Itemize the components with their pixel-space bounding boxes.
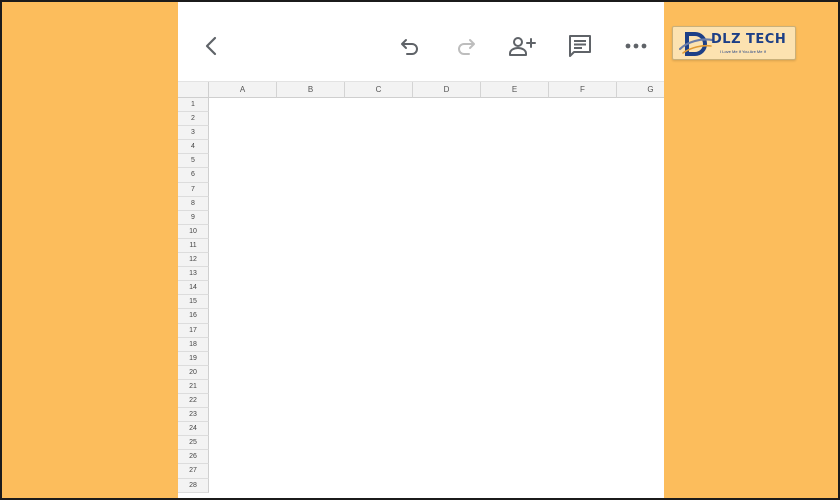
logo-name: DLZ TECH [711, 32, 787, 47]
row-header[interactable]: 9 [178, 210, 209, 225]
row-header[interactable]: 12 [178, 253, 209, 268]
undo-icon [399, 36, 421, 56]
more-options-button[interactable] [620, 30, 652, 62]
row-header[interactable]: 11 [178, 238, 209, 254]
row-header[interactable]: 8 [178, 196, 209, 211]
row-header[interactable]: 4 [178, 140, 209, 155]
share-button[interactable] [506, 30, 538, 62]
column-header-a[interactable]: A [209, 82, 277, 98]
column-header-e[interactable]: E [481, 82, 549, 98]
row-header[interactable]: 10 [178, 224, 209, 239]
row-header[interactable]: 13 [178, 267, 209, 282]
column-header-f[interactable]: F [549, 82, 617, 98]
row-header[interactable]: 27 [178, 464, 209, 479]
row-header[interactable]: 16 [178, 309, 209, 324]
row-header[interactable]: 2 [178, 112, 209, 127]
row-header[interactable]: 28 [178, 478, 209, 493]
row-header[interactable]: 23 [178, 408, 209, 423]
spreadsheet-app-screen: A B C D E F G 1 2 3 4 5 6 7 8 9 10 11 12… [178, 2, 664, 498]
column-header-c[interactable]: C [345, 82, 413, 98]
brand-logo: DLZ TECH I Love Me If You Are Me If [672, 26, 796, 60]
column-header-b[interactable]: B [277, 82, 345, 98]
row-header[interactable]: 19 [178, 351, 209, 366]
column-header-g[interactable]: G [617, 82, 664, 98]
row-headers: 1 2 3 4 5 6 7 8 9 10 11 12 13 14 15 16 1… [178, 98, 209, 493]
comment-icon [568, 34, 592, 58]
add-person-icon [508, 35, 536, 57]
undo-button[interactable] [394, 30, 426, 62]
row-header[interactable]: 7 [178, 182, 209, 197]
redo-icon [455, 36, 477, 56]
back-arrow-icon [202, 35, 222, 57]
row-header[interactable]: 26 [178, 450, 209, 465]
row-header[interactable]: 22 [178, 393, 209, 409]
more-options-icon [625, 43, 647, 49]
column-headers: A B C D E F G [209, 82, 664, 98]
cell-area[interactable] [209, 98, 664, 498]
row-header[interactable]: 17 [178, 323, 209, 338]
row-header[interactable]: 6 [178, 168, 209, 183]
back-button[interactable] [196, 30, 228, 62]
logo-tagline: I Love Me If You Are Me If [720, 49, 766, 54]
comments-button[interactable] [564, 30, 596, 62]
row-header[interactable]: 15 [178, 295, 209, 310]
row-header[interactable]: 20 [178, 365, 209, 380]
redo-button[interactable] [450, 30, 482, 62]
row-header[interactable]: 3 [178, 126, 209, 141]
row-header[interactable]: 1 [178, 98, 209, 113]
select-all-corner[interactable] [178, 82, 209, 98]
spreadsheet-grid[interactable]: A B C D E F G 1 2 3 4 5 6 7 8 9 10 11 12… [178, 82, 664, 498]
row-header[interactable]: 25 [178, 436, 209, 451]
row-header[interactable]: 21 [178, 379, 209, 394]
app-toolbar [178, 2, 664, 82]
row-header[interactable]: 24 [178, 422, 209, 437]
column-header-d[interactable]: D [413, 82, 481, 98]
row-header[interactable]: 18 [178, 337, 209, 352]
row-header[interactable]: 5 [178, 154, 209, 169]
row-header[interactable]: 14 [178, 281, 209, 296]
